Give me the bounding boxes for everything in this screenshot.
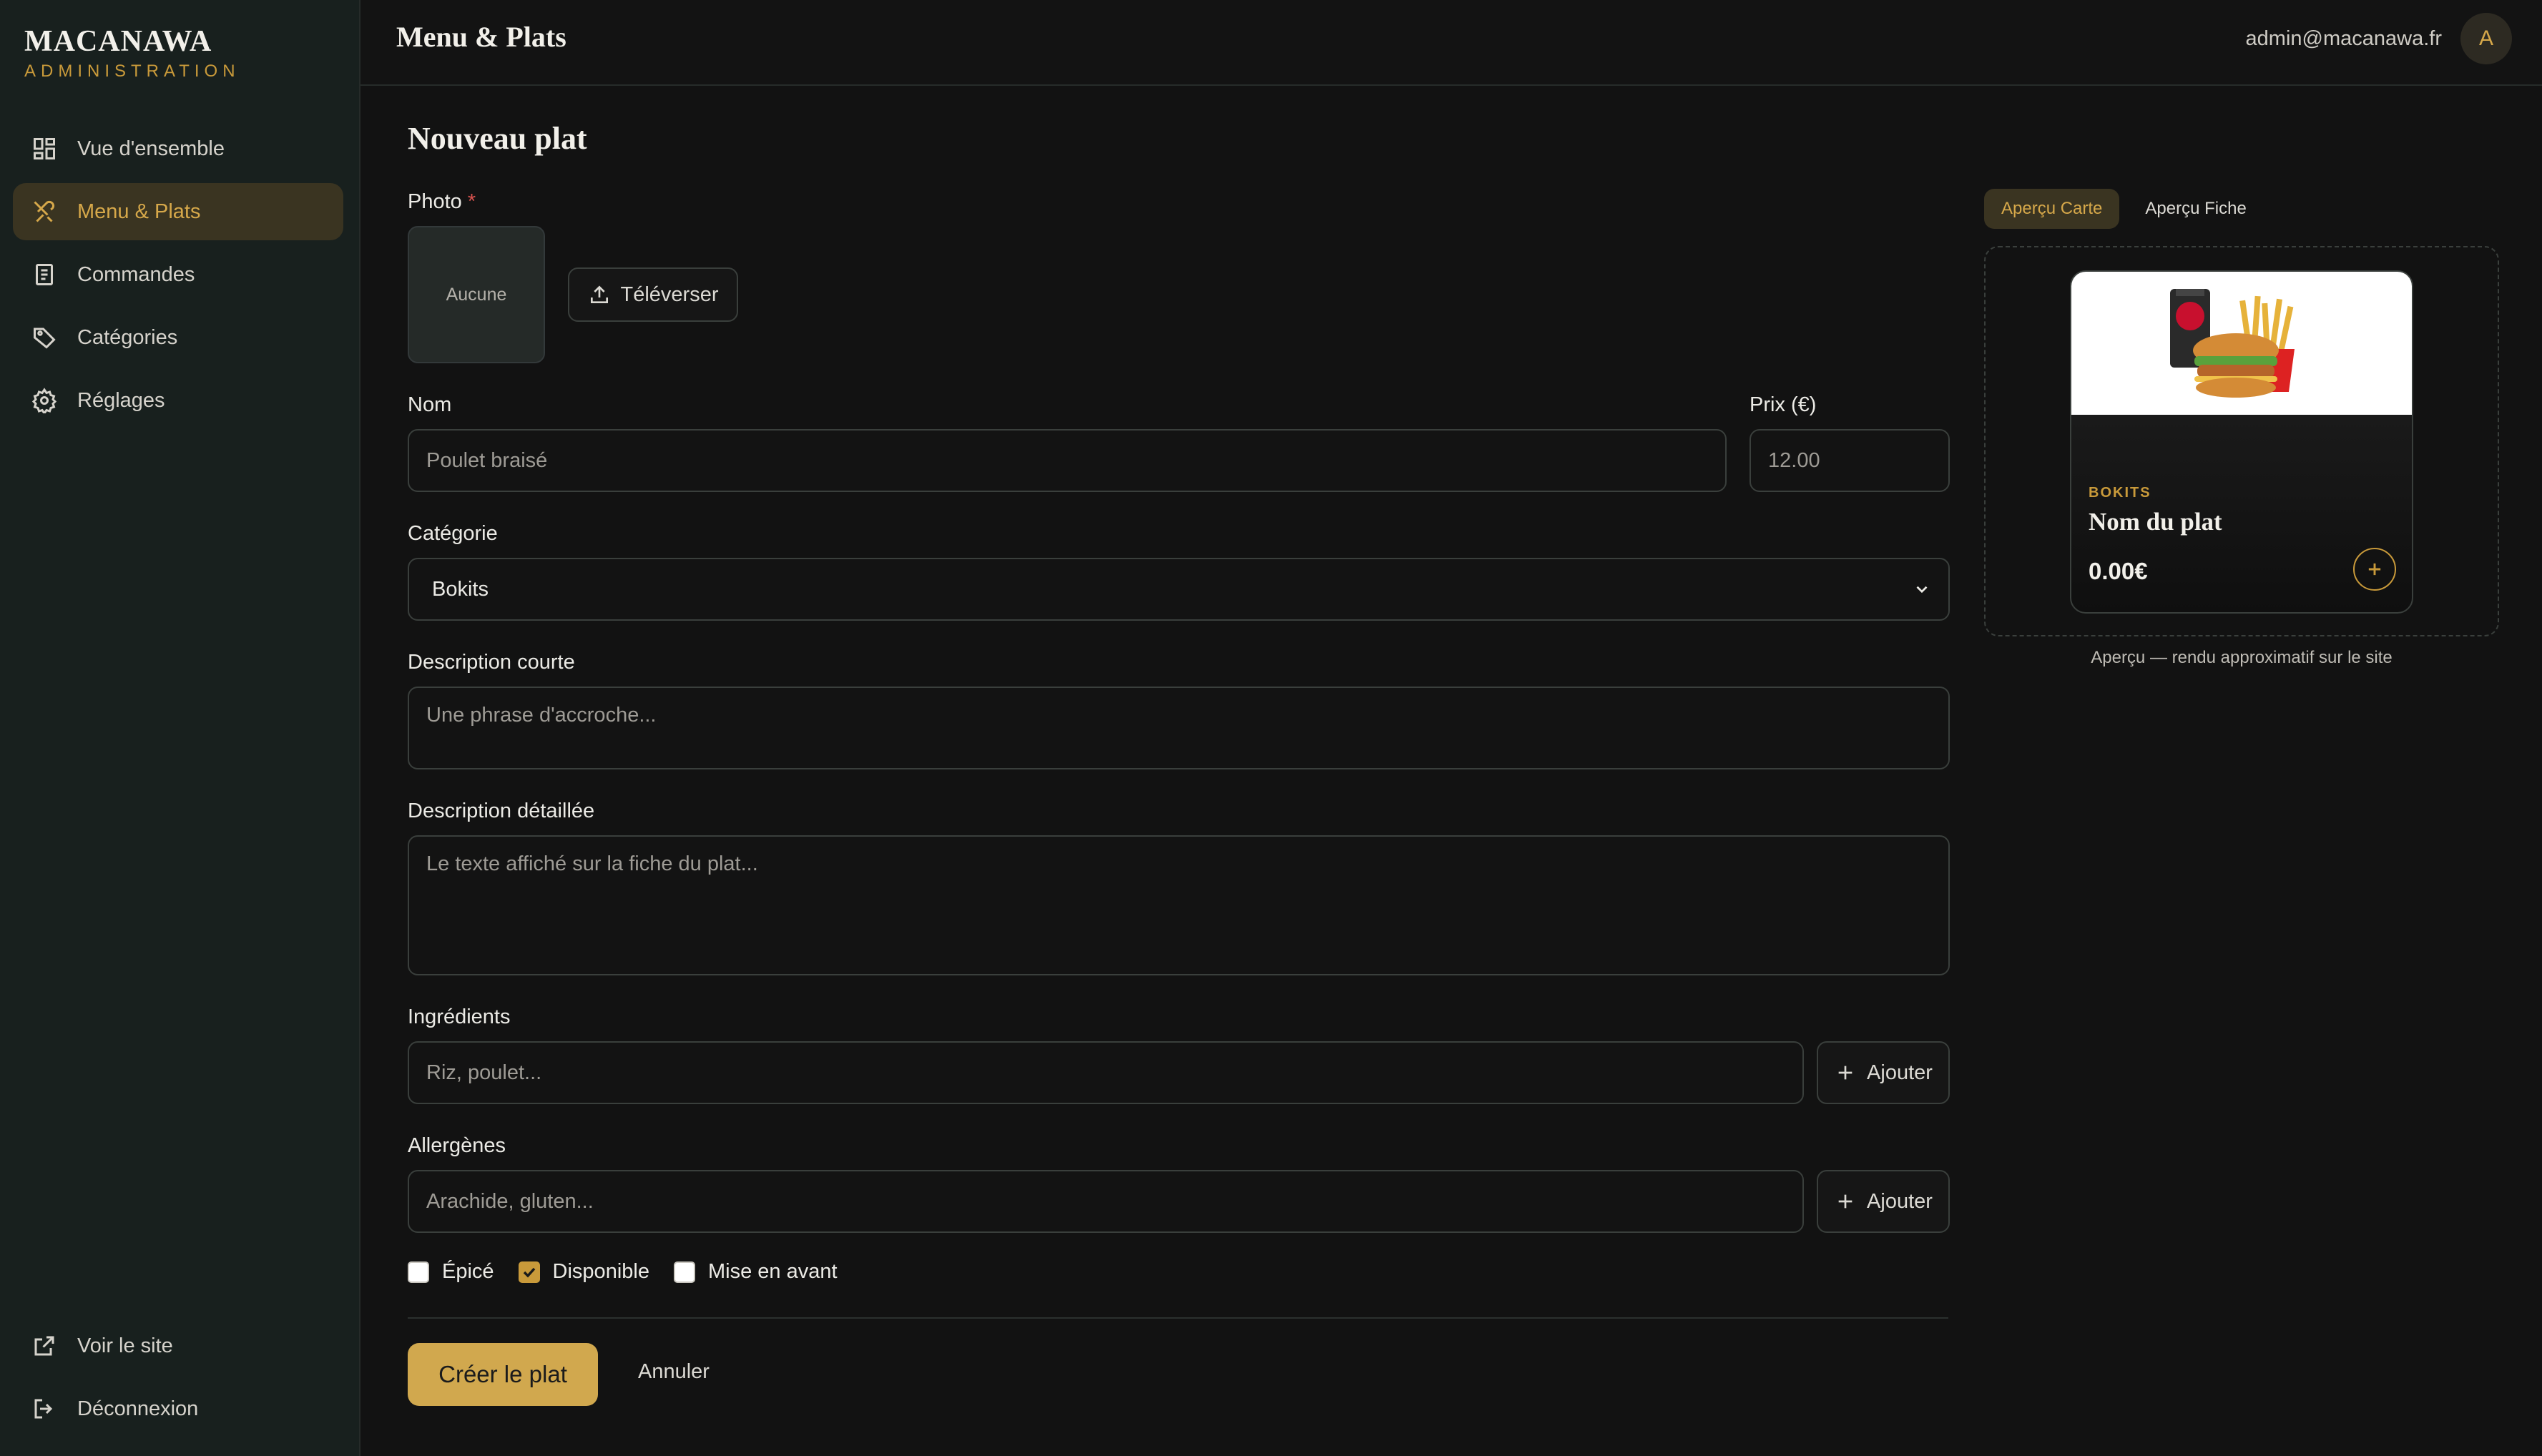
brand-name: MACANAWA [24,25,212,58]
long-desc-label: Description détaillée [408,800,595,822]
plus-icon [1838,1194,1852,1209]
tab-sheet-preview[interactable]: Aperçu Fiche [2128,189,2263,229]
tab-card-preview[interactable]: Aperçu Carte [1984,189,2120,229]
sidebar-item-settings[interactable]: Réglages [13,372,343,429]
tag-icon [30,323,59,352]
checkbox-label: Disponible [552,1260,649,1283]
spicy-checkbox[interactable]: Épicé [408,1260,494,1284]
preview-note: Aperçu — rendu approximatif sur le site [2091,648,2393,667]
short-desc-label: Description courte [408,651,575,674]
gear-icon [30,386,59,415]
sidebar-item-label: Menu & Plats [77,200,201,223]
plus-icon [1838,1066,1852,1080]
sidebar-item-label: Réglages [77,388,165,412]
user-email: admin@macanawa.fr [2245,27,2442,50]
dashboard-icon [30,134,59,163]
checkbox-box[interactable] [673,1261,695,1283]
avatar[interactable]: A [2460,13,2512,64]
upload-button[interactable]: Téléverser [568,267,738,322]
cancel-button[interactable]: Annuler [638,1360,710,1384]
sidebar-item-label: Commandes [77,262,195,286]
category-value: Bokits [432,577,489,601]
chevron-down-icon [1916,586,1928,594]
upload-label: Téléverser [620,282,719,306]
category-label: Catégorie [408,522,498,545]
plus-icon [2368,563,2381,576]
burger-fries-drink-illustration [2170,289,2295,398]
card-category: BOKITS [2089,485,2151,501]
allergens-input[interactable]: Arachide, gluten... [408,1170,1804,1233]
check-icon [523,1267,535,1278]
sidebar-item-categories[interactable]: Catégories [13,309,343,366]
add-ingredient-label: Ajouter [1867,1061,1933,1084]
price-input[interactable]: 12.00 [1750,429,1950,492]
photo-preview: Aucune [408,226,545,363]
photo-label-text: Photo [408,190,462,213]
sidebar-item-overview[interactable]: Vue d'ensemble [13,120,343,177]
category-select[interactable]: Bokits [408,558,1950,621]
add-ingredient-button[interactable]: Ajouter [1817,1041,1950,1104]
topbar: Menu & Plats admin@macanawa.fr A [360,0,2542,86]
add-allergen-button[interactable]: Ajouter [1817,1170,1950,1233]
sidebar-item-menu[interactable]: Menu & Plats [13,183,343,240]
ingredients-label: Ingrédients [408,1005,511,1028]
long-desc-textarea[interactable]: Le texte affiché sur la fiche du plat... [408,835,1950,975]
photo-label: Photo * [408,190,476,214]
short-desc-textarea[interactable]: Une phrase d'accroche... [408,687,1950,769]
sidebar-nav: Vue d'ensemble Menu & Plats Commandes Ca… [13,120,343,435]
name-input[interactable]: Poulet braisé [408,429,1727,492]
form-title: Nouveau plat [408,121,587,156]
external-link-icon [30,1332,59,1360]
brand-subtitle: ADMINISTRATION [24,62,240,81]
view-site-label: Voir le site [77,1334,173,1357]
preview-tabs: Aperçu Carte Aperçu Fiche [1984,189,2272,229]
dish-card-preview: BOKITS Nom du plat 0.00€ [2070,270,2413,614]
logout-button[interactable]: Déconnexion [13,1380,343,1437]
available-checkbox[interactable]: Disponible [518,1260,649,1284]
required-mark: * [467,190,476,213]
add-allergen-label: Ajouter [1867,1189,1933,1213]
brand[interactable]: MACANAWA ADMINISTRATION [24,24,240,82]
checkbox-box[interactable] [518,1261,540,1283]
sidebar-item-label: Catégories [77,325,178,349]
page-header-title: Menu & Plats [396,21,566,53]
utensils-icon [30,197,59,226]
upload-icon [590,285,608,303]
receipt-icon [30,260,59,289]
name-label: Nom [408,393,452,416]
ingredients-input[interactable]: Riz, poulet... [408,1041,1804,1104]
logout-label: Déconnexion [77,1397,199,1420]
allergens-label: Allergènes [408,1134,506,1157]
sidebar-item-orders[interactable]: Commandes [13,246,343,303]
create-dish-button[interactable]: Créer le plat [408,1343,598,1406]
card-dish-name: Nom du plat [2089,508,2222,536]
logout-icon [30,1394,59,1423]
sidebar-item-label: Vue d'ensemble [77,137,225,160]
view-site-link[interactable]: Voir le site [13,1317,343,1374]
featured-checkbox[interactable]: Mise en avant [673,1260,838,1284]
divider [408,1317,1948,1319]
dish-image [2071,272,2412,415]
price-label: Prix (€) [1750,393,1817,416]
checkbox-label: Mise en avant [707,1260,838,1283]
checkbox-box[interactable] [408,1261,429,1283]
card-price: 0.00€ [2089,558,2148,584]
options-checkboxes: Épicé Disponible Mise en avant [408,1260,862,1284]
add-to-cart-button[interactable] [2353,548,2396,591]
checkbox-label: Épicé [442,1260,494,1283]
sidebar-bottom: Voir le site Déconnexion [13,1317,343,1443]
sidebar: MACANAWA ADMINISTRATION Vue d'ensemble M… [0,0,360,1456]
